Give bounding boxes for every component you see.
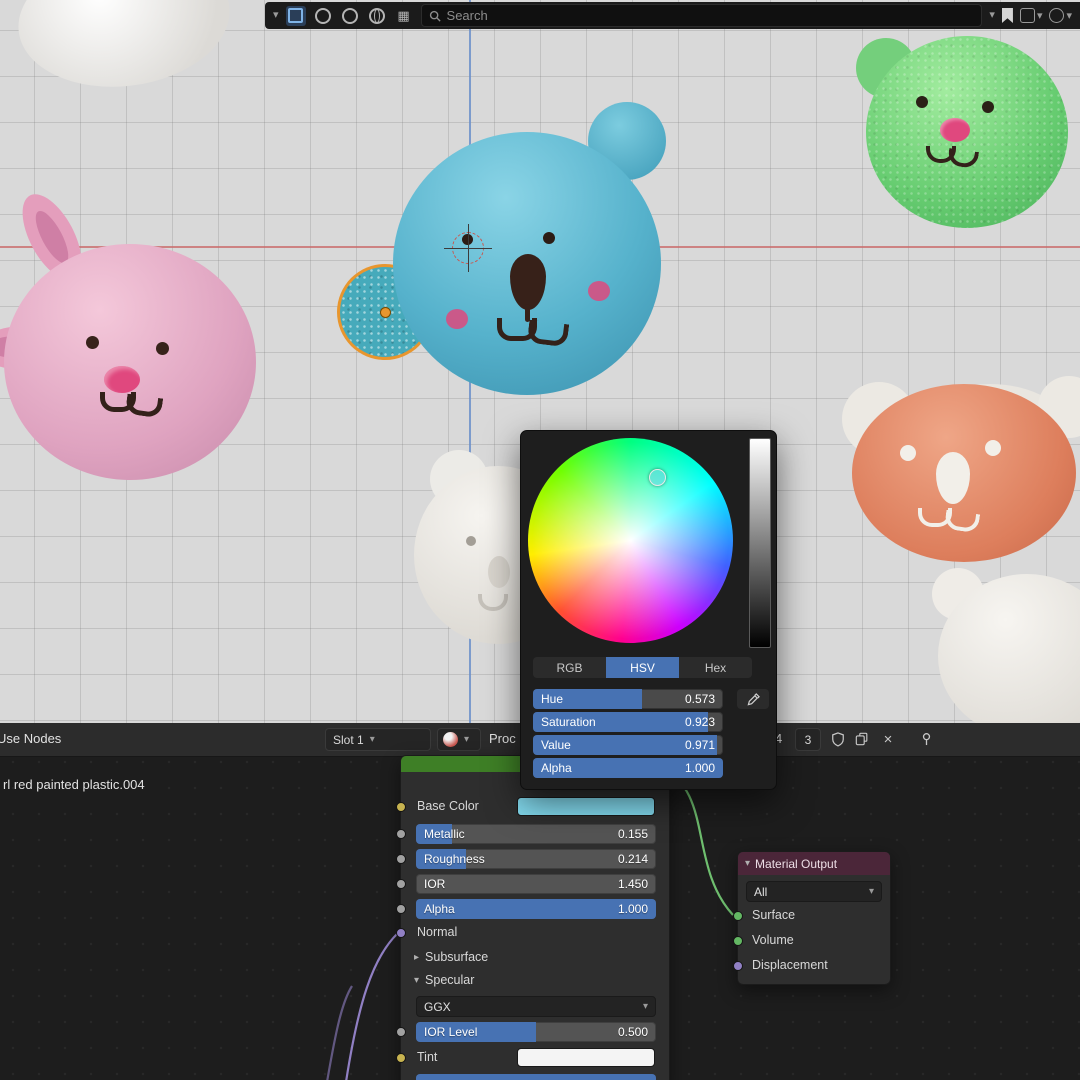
normal-label: Normal bbox=[417, 925, 457, 939]
socket-ior[interactable] bbox=[396, 879, 406, 889]
surface-label: Surface bbox=[752, 908, 795, 922]
material-sphere-icon bbox=[443, 732, 458, 747]
specular-section[interactable]: ▾ Specular bbox=[414, 973, 474, 987]
eyedropper-icon bbox=[747, 693, 760, 706]
koala-eye-right bbox=[543, 232, 555, 244]
socket-base-color[interactable] bbox=[396, 802, 406, 812]
socket-displacement[interactable] bbox=[733, 961, 743, 971]
wire-normal bbox=[346, 933, 398, 1080]
overlays-dropdown[interactable]: ▾ bbox=[1020, 8, 1043, 23]
copy-material-icon[interactable] bbox=[852, 729, 872, 749]
chevron-right-icon: ▸ bbox=[414, 952, 419, 963]
cursor-3d[interactable] bbox=[452, 232, 484, 264]
bunny-eye-left bbox=[86, 336, 99, 349]
socket-roughness[interactable] bbox=[396, 854, 406, 864]
use-nodes-label[interactable]: Use Nodes bbox=[0, 731, 61, 746]
tint-label: Tint bbox=[417, 1050, 437, 1064]
greenbear-nose bbox=[940, 118, 970, 142]
socket-surface[interactable] bbox=[733, 911, 743, 921]
ior-level-slider[interactable]: IOR Level0.500 bbox=[416, 1022, 656, 1042]
whitebear-mid-nose bbox=[488, 556, 510, 588]
shading-solid-icon[interactable] bbox=[286, 6, 306, 26]
output-target-dropdown[interactable]: All▾ bbox=[746, 881, 882, 902]
alpha-slider[interactable]: Alpha 1.000 bbox=[533, 758, 723, 778]
shading-material-icon[interactable] bbox=[313, 6, 333, 26]
volume-label: Volume bbox=[752, 933, 794, 947]
koala-cheek-left bbox=[446, 309, 468, 329]
origin-point bbox=[380, 307, 391, 318]
search-icon bbox=[429, 10, 441, 22]
viewport-header: ▾ ▦ Search ▾ ▾ ▾ bbox=[265, 2, 1080, 29]
color-picker-popup: RGB HSV Hex Hue 0.573 Saturation 0.923 V… bbox=[520, 430, 777, 790]
subsurface-section[interactable]: ▸ Subsurface bbox=[414, 950, 488, 964]
fake-user-shield-icon[interactable] bbox=[828, 729, 848, 749]
tint-swatch[interactable] bbox=[517, 1048, 655, 1067]
koala-cheek-right bbox=[588, 281, 610, 301]
greenbear-eye-right bbox=[982, 101, 994, 113]
value-slider[interactable]: Value 0.971 bbox=[533, 735, 723, 755]
socket-volume[interactable] bbox=[733, 936, 743, 946]
unlink-x-icon[interactable]: × bbox=[878, 729, 898, 749]
base-color-label: Base Color bbox=[417, 799, 479, 813]
node-principled-bsdf[interactable]: Base Color Metallic0.155 Roughness0.214 … bbox=[400, 755, 670, 1080]
output-node-title: Material Output bbox=[755, 857, 837, 871]
eyedropper-button[interactable] bbox=[737, 689, 769, 709]
chevron-down-icon: ▾ bbox=[745, 858, 750, 869]
shading-dropdown[interactable]: ▾ bbox=[1049, 8, 1072, 23]
bunny-eye-right bbox=[156, 342, 169, 355]
socket-alpha[interactable] bbox=[396, 904, 406, 914]
character-pink-bunny[interactable] bbox=[4, 244, 256, 480]
blender-app: ▾ ▦ Search ▾ ▾ ▾ Use Nodes Slot 1▾ ▾ Pro bbox=[0, 0, 1080, 1080]
alpha-slider[interactable]: Alpha1.000 bbox=[416, 899, 656, 919]
color-wheel[interactable] bbox=[528, 438, 733, 643]
whitebear-mid-eye bbox=[466, 536, 476, 546]
socket-ior-level[interactable] bbox=[396, 1027, 406, 1037]
base-color-swatch[interactable] bbox=[517, 797, 655, 816]
color-wheel-indicator[interactable] bbox=[649, 469, 666, 486]
ior-slider[interactable]: IOR1.450 bbox=[416, 874, 656, 894]
users-count-button[interactable]: 3 bbox=[795, 728, 821, 751]
partial-slider-bottom[interactable] bbox=[416, 1074, 656, 1080]
slot-dropdown[interactable]: Slot 1▾ bbox=[325, 728, 431, 751]
hue-slider[interactable]: Hue 0.573 bbox=[533, 689, 723, 709]
gizmo-dropdown-icon[interactable]: ▾ bbox=[989, 10, 995, 21]
socket-tint[interactable] bbox=[396, 1053, 406, 1063]
output-node-header[interactable]: ▾ Material Output bbox=[738, 852, 890, 875]
material-preview-dropdown[interactable]: ▾ bbox=[437, 728, 481, 751]
orangekoala-eye-right bbox=[985, 440, 1001, 456]
metallic-slider[interactable]: Metallic0.155 bbox=[416, 824, 656, 844]
overlay-toggle-icon[interactable]: ▦ bbox=[394, 6, 414, 26]
node-material-output[interactable]: ▾ Material Output All▾ Surface Volume Di… bbox=[737, 851, 891, 985]
search-input[interactable]: Search bbox=[421, 4, 983, 27]
chevron-down-icon: ▾ bbox=[414, 975, 419, 986]
pin-icon[interactable] bbox=[916, 729, 936, 749]
value-slider-vertical[interactable] bbox=[749, 438, 771, 648]
tab-hsv[interactable]: HSV bbox=[606, 657, 679, 678]
displacement-label: Displacement bbox=[752, 958, 828, 972]
tab-hex[interactable]: Hex bbox=[679, 657, 752, 678]
distribution-dropdown[interactable]: GGX▾ bbox=[416, 996, 656, 1017]
roughness-slider[interactable]: Roughness0.214 bbox=[416, 849, 656, 869]
greenbear-eye-left bbox=[916, 96, 928, 108]
shading-rendered-icon[interactable] bbox=[367, 6, 387, 26]
saturation-slider[interactable]: Saturation 0.923 bbox=[533, 712, 723, 732]
bunny-nose bbox=[104, 366, 140, 393]
material-name-partial[interactable]: Proc bbox=[489, 731, 516, 746]
socket-normal[interactable] bbox=[396, 928, 406, 938]
search-placeholder: Search bbox=[447, 8, 488, 23]
wire-bsdf-surface bbox=[660, 768, 733, 915]
character-white-blob-topleft[interactable] bbox=[11, 0, 238, 98]
chevron-down-icon[interactable]: ▾ bbox=[273, 10, 279, 21]
shading-preview-icon[interactable] bbox=[340, 6, 360, 26]
tab-rgb[interactable]: RGB bbox=[533, 657, 606, 678]
socket-metallic[interactable] bbox=[396, 829, 406, 839]
material-frame-label: rl red painted plastic.004 bbox=[3, 777, 145, 792]
orangekoala-eye-left bbox=[900, 445, 916, 461]
bookmark-icon[interactable] bbox=[1002, 8, 1013, 23]
wire-normal-2 bbox=[327, 986, 352, 1080]
